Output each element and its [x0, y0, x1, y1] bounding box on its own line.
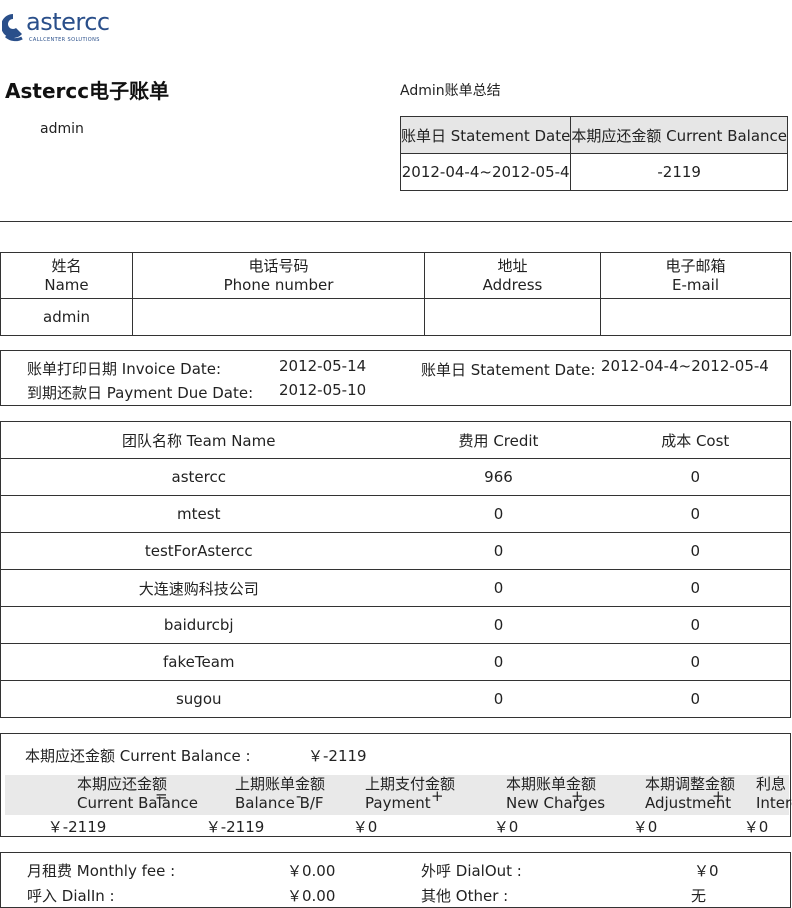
formula-value-balance-bf: ￥-2119	[205, 818, 265, 836]
info-name-value: admin	[0, 298, 133, 336]
dialout-label: 外呼 DialOut :	[421, 862, 522, 880]
account-name: admin	[40, 121, 84, 137]
formula-value-current-balance: ￥-2119	[47, 818, 107, 836]
page-title: Astercc电子账单	[5, 79, 170, 103]
balance-value: ￥-2119	[308, 747, 367, 765]
info-phone-value	[132, 298, 425, 336]
team-name: mtest	[0, 495, 397, 533]
balance-panel: 本期应还金额 Current Balance : ￥-2119 本期应还金额 Cu…	[0, 733, 792, 837]
info-header-name: 姓名 Name	[0, 252, 133, 299]
formula-value-new-charges: ￥0	[493, 818, 519, 836]
invoice-date-label: 账单打印日期 Invoice Date:	[27, 360, 222, 378]
formula-operator: +	[431, 787, 444, 805]
table-row: astercc 966 0	[0, 458, 791, 496]
statement-date-label: 账单日 Statement Date:	[421, 361, 596, 379]
team-credit: 0	[396, 643, 601, 681]
team-name: 大连速购科技公司	[0, 569, 397, 607]
summary-current-balance: -2119	[570, 153, 789, 191]
team-credit: 966	[396, 458, 601, 496]
team-cost: 0	[600, 643, 791, 681]
logo-text: astercc	[26, 8, 110, 36]
team-header-credit: 费用 Credit	[396, 421, 601, 459]
formula-value-interest: ￥0	[743, 818, 769, 836]
formula-balance-bf: 上期账单金额 Balance B/F	[235, 775, 326, 812]
summary-table: 账单日 Statement Date 本期应还金额 Current Balanc…	[399, 116, 789, 191]
summary-header-current-balance: 本期应还金额 Current Balance	[570, 116, 789, 154]
statement-date-value: 2012-04-4~2012-05-4	[601, 357, 769, 375]
logo-mark-icon	[2, 14, 23, 42]
divider	[0, 221, 792, 222]
team-name: testForAstercc	[0, 532, 397, 570]
info-header-address: 地址 Address	[424, 252, 601, 299]
astercc-logo: astercc CALLCENTER SOLUTIONS	[2, 8, 112, 46]
monthly-fee-value: ￥0.00	[287, 862, 336, 880]
due-date-value: 2012-05-10	[279, 381, 367, 399]
team-credit: 0	[396, 495, 601, 533]
team-header-name: 团队名称 Team Name	[0, 421, 397, 459]
dialout-value: ￥0	[694, 862, 719, 880]
balance-label: 本期应还金额 Current Balance :	[25, 747, 251, 765]
summary-label: Admin账单总结	[400, 83, 501, 99]
fees-panel: 月租费 Monthly fee : ￥0.00 外呼 DialOut : ￥0 …	[0, 852, 791, 908]
team-credit: 0	[396, 606, 601, 644]
team-cost: 0	[600, 532, 791, 570]
dates-panel: 账单打印日期 Invoice Date: 2012-05-14 账单日 Stat…	[0, 350, 791, 406]
summary-statement-date: 2012-04-4~2012-05-4	[399, 153, 572, 191]
team-credit: 0	[396, 680, 601, 718]
balance-formula: 本期应还金额 Current Balance = 上期账单金额 Balance B/…	[5, 775, 792, 815]
formula-operator: -	[296, 787, 302, 805]
dialin-value: ￥0.00	[287, 887, 336, 905]
formula-value-payment: ￥0	[352, 818, 378, 836]
team-cost: 0	[600, 458, 791, 496]
table-row: mtest 0 0	[0, 495, 791, 533]
table-row: fakeTeam 0 0	[0, 643, 791, 681]
team-credit: 0	[396, 569, 601, 607]
formula-adjustment: 本期调整金额 Adjustment	[645, 775, 736, 812]
formula-value-adjustment: ￥0	[632, 818, 658, 836]
formula-operator: +	[571, 787, 584, 805]
info-header-phone: 电话号码 Phone number	[132, 252, 425, 299]
due-date-label: 到期还款日 Payment Due Date:	[27, 384, 254, 402]
team-cost: 0	[600, 495, 791, 533]
summary-header-statement-date: 账单日 Statement Date	[399, 116, 572, 154]
table-row: baidurcbj 0 0	[0, 606, 791, 644]
dialin-label: 呼入 DialIn :	[27, 887, 115, 905]
team-cost: 0	[600, 606, 791, 644]
info-email-value	[600, 298, 791, 336]
formula-operator: +	[712, 787, 725, 805]
team-cost: 0	[600, 680, 791, 718]
invoice-date-value: 2012-05-14	[279, 357, 367, 375]
formula-new-charges: 本期账单金额 New Charges	[506, 775, 606, 812]
team-table: 团队名称 Team Name 费用 Credit 成本 Cost astercc…	[0, 421, 791, 718]
team-name: fakeTeam	[0, 643, 397, 681]
team-name: sugou	[0, 680, 397, 718]
team-credit: 0	[396, 532, 601, 570]
info-header-email: 电子邮箱 E-mail	[600, 252, 791, 299]
team-name: baidurcbj	[0, 606, 397, 644]
table-row: 大连速购科技公司 0 0	[0, 569, 791, 607]
formula-current-balance: 本期应还金额 Current Balance	[77, 775, 198, 812]
table-row: testForAstercc 0 0	[0, 532, 791, 570]
formula-payment: 上期支付金额 Payment	[365, 775, 456, 812]
other-value: 无	[691, 887, 707, 905]
info-address-value	[424, 298, 601, 336]
logo-tagline: CALLCENTER SOLUTIONS	[29, 37, 100, 43]
customer-info-table: 姓名 Name 电话号码 Phone number 地址 Address 电子邮箱 E-…	[0, 252, 791, 336]
team-header-cost: 成本 Cost	[600, 421, 791, 459]
table-row: sugou 0 0	[0, 680, 791, 718]
formula-interest: 利息Interest	[756, 775, 792, 812]
team-name: astercc	[0, 458, 397, 496]
monthly-fee-label: 月租费 Monthly fee :	[27, 862, 176, 880]
formula-operator: =	[155, 787, 168, 805]
other-label: 其他 Other :	[421, 887, 509, 905]
team-cost: 0	[600, 569, 791, 607]
